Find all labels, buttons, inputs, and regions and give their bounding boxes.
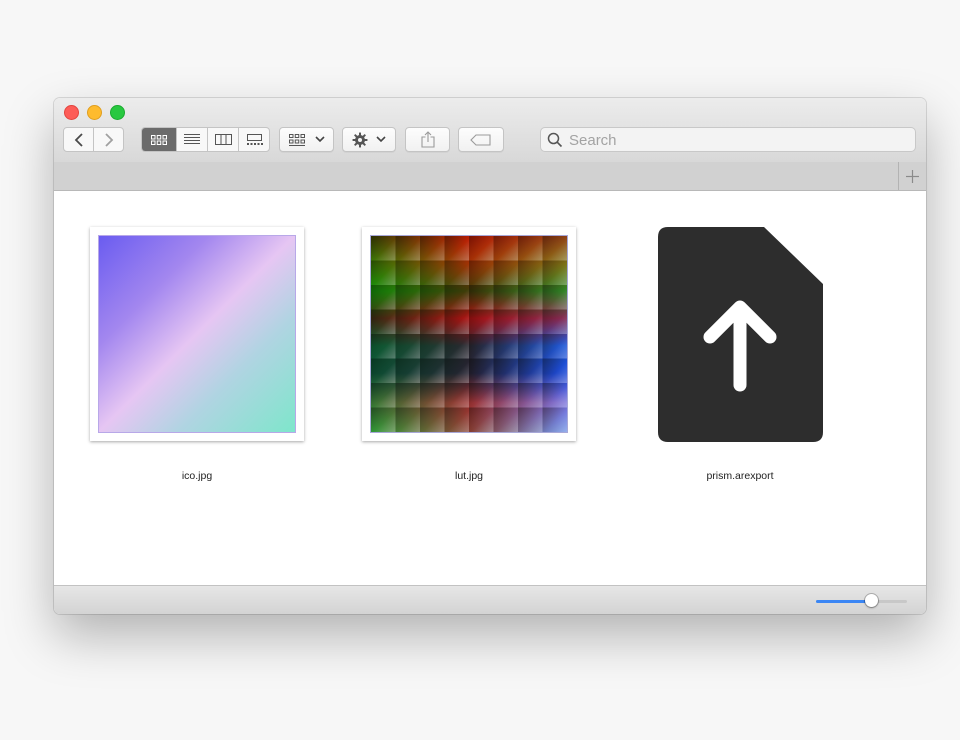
search-input[interactable]: [567, 130, 911, 150]
group-by-icon: [288, 133, 305, 146]
nav-buttons: [63, 127, 124, 152]
finder-window: ico.jpg lut.jpg prism.arexport: [54, 98, 926, 614]
file-thumbnail[interactable]: [90, 227, 304, 441]
columns-icon: [214, 134, 232, 145]
group-by-button[interactable]: [279, 127, 334, 152]
document-upload-icon[interactable]: [658, 227, 823, 443]
file-name[interactable]: prism.arexport: [640, 470, 840, 482]
file-name[interactable]: lut.jpg: [369, 470, 569, 482]
icon-size-slider[interactable]: [816, 594, 907, 607]
column-view-button[interactable]: [207, 128, 238, 151]
icon-view-button[interactable]: [142, 128, 176, 151]
tag-button[interactable]: [458, 127, 504, 152]
lut-preview: [370, 235, 568, 433]
gradient-preview: [98, 235, 296, 433]
file-thumbnail[interactable]: [362, 227, 576, 441]
chevron-down-icon: [314, 136, 325, 143]
share-icon: [420, 131, 435, 148]
grid-icon: [151, 134, 167, 145]
list-icon: [184, 134, 200, 144]
minimize-button[interactable]: [87, 105, 102, 120]
gallery-view-button[interactable]: [238, 128, 269, 151]
view-mode-control: [141, 127, 270, 152]
chevron-right-icon: [105, 132, 114, 147]
zoom-button[interactable]: [110, 105, 125, 120]
file-item-prism[interactable]: prism.arexport: [640, 227, 840, 487]
action-button[interactable]: [342, 127, 396, 152]
file-name[interactable]: ico.jpg: [97, 470, 297, 482]
file-icon-grid: ico.jpg lut.jpg prism.arexport: [54, 191, 926, 585]
file-item-lut[interactable]: lut.jpg: [362, 227, 576, 487]
list-view-button[interactable]: [176, 128, 207, 151]
forward-button[interactable]: [93, 128, 123, 151]
add-tab-button[interactable]: [898, 162, 926, 190]
gallery-icon: [246, 134, 263, 145]
slider-thumb[interactable]: [864, 594, 878, 607]
status-bar: [54, 585, 926, 614]
plus-icon: [906, 169, 919, 183]
back-button[interactable]: [64, 128, 93, 151]
slider-fill: [816, 600, 872, 603]
close-button[interactable]: [64, 105, 79, 120]
tab-bar: [54, 162, 926, 191]
title-bar: [54, 98, 926, 163]
gear-icon: [352, 132, 368, 147]
search-field[interactable]: [540, 127, 916, 152]
tag-icon: [470, 133, 491, 146]
search-icon: [547, 132, 563, 148]
file-item-ico[interactable]: ico.jpg: [90, 227, 304, 487]
chevron-left-icon: [74, 132, 83, 147]
chevron-down-icon: [376, 136, 386, 143]
share-button[interactable]: [405, 127, 450, 152]
